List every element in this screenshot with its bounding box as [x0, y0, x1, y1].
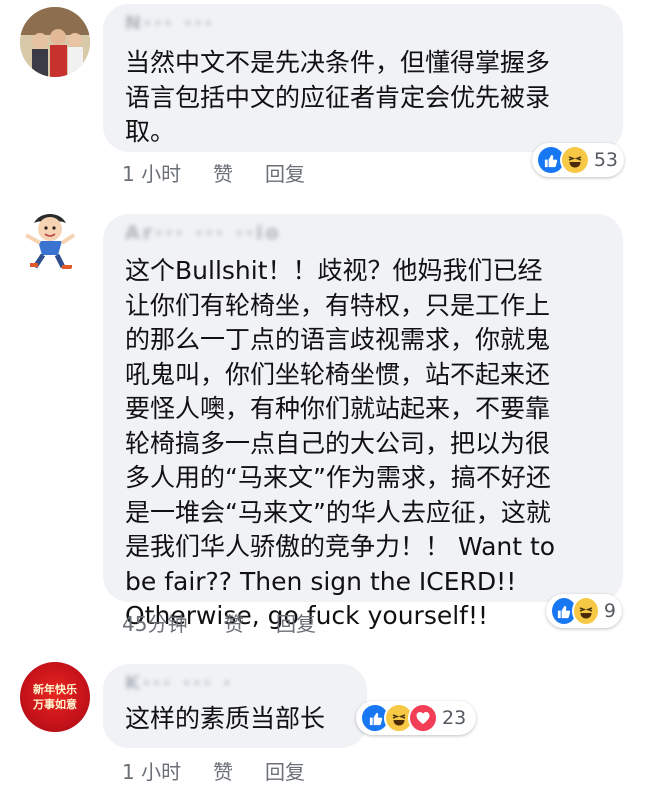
like-link[interactable]: 赞 [213, 756, 233, 785]
avatar-greeting-line-2: 万事如意 [33, 698, 77, 711]
comment-3: 新年快乐 万事如意 K··· ··· · 这样的素质当部长 23 1 小时 赞 … [0, 0, 648, 800]
avatar[interactable]: 新年快乐 万事如意 [20, 662, 90, 732]
comment-bubble: K··· ··· · 这样的素质当部长 [103, 664, 367, 748]
reaction-count: 23 [442, 707, 467, 729]
reaction-summary[interactable]: 23 [356, 701, 476, 735]
timestamp: 1 小时 [122, 760, 182, 784]
avatar-greeting-line-1: 新年快乐 [33, 683, 77, 696]
reply-link[interactable]: 回复 [265, 756, 305, 785]
comment-text: 这样的素质当部长 [125, 704, 326, 733]
love-reaction-icon [408, 703, 438, 733]
author-name[interactable]: K··· ··· · [125, 672, 233, 694]
